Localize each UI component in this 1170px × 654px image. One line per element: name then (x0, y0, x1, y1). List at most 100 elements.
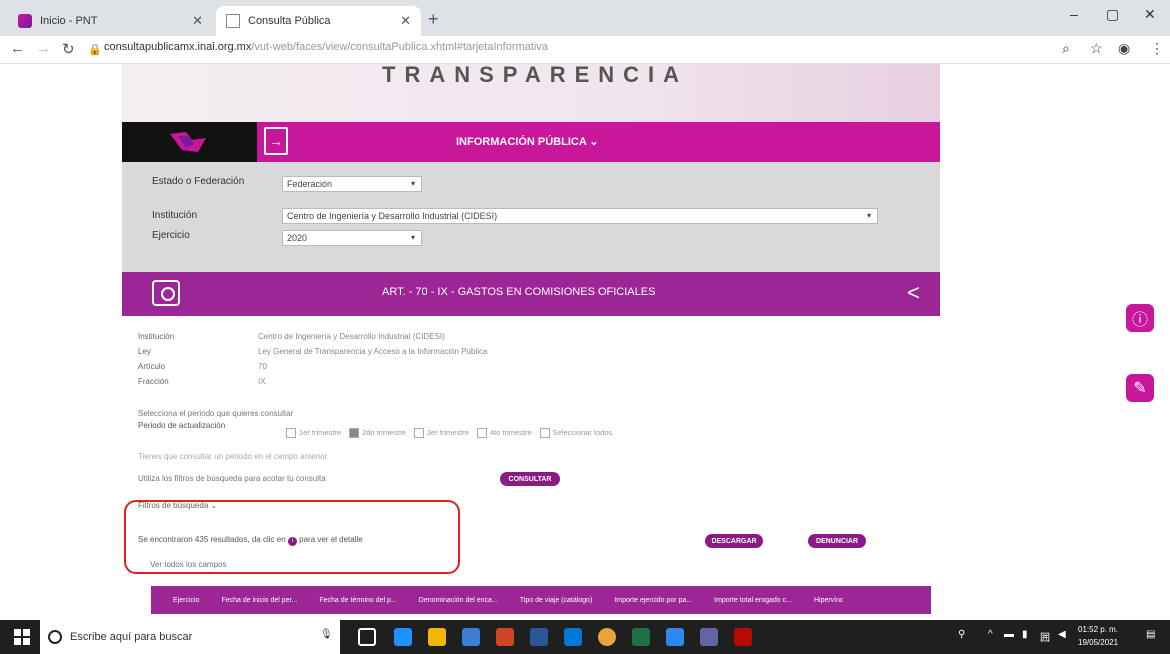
profile-icon[interactable]: ◉ (1118, 40, 1130, 57)
people-icon[interactable]: ⚲ (958, 629, 965, 640)
column-header[interactable]: Fecha de término del p... (319, 597, 396, 604)
reload-icon[interactable]: ↻ (62, 40, 75, 58)
column-header[interactable]: Importe ejercido por pa... (614, 597, 692, 604)
periodo-option-3[interactable]: 3er trimestre (414, 428, 469, 438)
minimize-icon[interactable]: – (1070, 6, 1078, 22)
consultar-button[interactable]: CONSULTAR (500, 472, 560, 486)
lock-icon[interactable]: 🔒 (88, 43, 102, 56)
login-icon[interactable]: → (264, 127, 288, 155)
taskbar-search[interactable]: Escribe aquí para buscar (40, 620, 340, 654)
search-placeholder: Escribe aquí para buscar (70, 631, 193, 643)
column-header[interactable]: Hipervínc (814, 597, 844, 604)
word-icon[interactable] (530, 628, 548, 646)
back-icon[interactable]: ← (10, 40, 25, 57)
periodo-hint: Tienes que consultar un periodo en el ca… (138, 452, 328, 461)
estado-select[interactable]: Federación ▾ (282, 176, 422, 192)
chrome-icon[interactable] (598, 628, 616, 646)
institucion-select[interactable]: Centro de Ingeniería y Desarrollo Indust… (282, 208, 878, 224)
hero-title: TRANSPARENCIA (382, 64, 689, 87)
column-header[interactable]: Fecha de inicio del per... (221, 597, 297, 604)
internet-explorer-icon[interactable] (564, 628, 582, 646)
ejercicio-select[interactable]: 2020 ▾ (282, 230, 422, 246)
detail-value: Ley General de Transparencia y Acceso a … (258, 347, 488, 356)
page-favicon-icon (226, 14, 240, 28)
results-table-header: Ejercicio Fecha de inicio del per... Fec… (151, 586, 931, 614)
periodo-label: Periodo de actualización (138, 421, 226, 430)
chevron-down-icon: ▾ (866, 211, 871, 220)
filtros-hint: Utiliza los filtros de búsqueda para aco… (138, 474, 326, 483)
page-content: TRANSPARENCIA → INFORMACIÓN PÚBLICA ⌄ Es… (0, 64, 1170, 620)
volume-icon[interactable]: ◀ (1058, 629, 1066, 640)
file-explorer-icon[interactable] (428, 628, 446, 646)
notifications-icon[interactable]: ▤ (1146, 629, 1155, 640)
camera-icon (152, 280, 180, 306)
forward-icon[interactable]: → (36, 40, 51, 57)
url-field[interactable]: consultapublicamx.inai.org.mx/vut-web/fa… (104, 41, 548, 53)
excel-icon[interactable] (632, 628, 650, 646)
acrobat-icon[interactable] (734, 628, 752, 646)
column-header[interactable]: Ejercicio (173, 597, 199, 604)
tab-label: Inicio - PNT (40, 15, 98, 27)
tab-inicio[interactable]: Inicio - PNT ✕ (8, 6, 213, 36)
maximize-icon[interactable]: ▢ (1106, 6, 1119, 23)
mic-icon[interactable]: 🎙 (320, 629, 333, 640)
zoom-icon[interactable]: ⌕ (1062, 40, 1070, 57)
section-title: ART. - 70 - IX - GASTOS EN COMISIONES OF… (382, 286, 656, 298)
windows-start-icon[interactable] (14, 629, 30, 645)
alert-icon[interactable]: ⓘ (1126, 304, 1154, 332)
browser-titlebar: Inicio - PNT ✕ Consulta Pública ✕ + – ▢ … (0, 0, 1170, 36)
institucion-value: Centro de Ingeniería y Desarrollo Indust… (287, 211, 498, 221)
network-icon[interactable]: ▬ (1004, 629, 1014, 640)
periodo-options: 1er trimestre 2do trimestre 3er trimestr… (286, 428, 612, 438)
main-nav-bar: → INFORMACIÓN PÚBLICA ⌄ (122, 122, 940, 162)
tray-chevron-icon[interactable]: ^ (988, 629, 993, 640)
task-view-icon[interactable] (358, 628, 376, 646)
skype-icon[interactable] (666, 628, 684, 646)
hero-banner: TRANSPARENCIA (122, 64, 940, 122)
detail-value: 70 (258, 362, 267, 371)
close-tab-icon[interactable]: ✕ (400, 13, 411, 29)
store-icon[interactable] (462, 628, 480, 646)
clock-time: 01:52 p. m. (1078, 625, 1119, 634)
ejercicio-value: 2020 (287, 233, 308, 243)
taskbar-clock[interactable]: 01:52 p. m. 19/05/2021 (1078, 623, 1118, 649)
tab-consulta[interactable]: Consulta Pública ✕ (216, 6, 421, 36)
cortana-icon (48, 630, 62, 644)
new-tab-icon[interactable]: + (428, 9, 439, 30)
ejercicio-label: Ejercicio (152, 230, 190, 241)
detail-fraccion: Fracción IX (138, 377, 266, 386)
share-icon[interactable]: < (907, 280, 920, 306)
column-header[interactable]: Tipo de viaje (catálogo) (520, 597, 593, 604)
column-header[interactable]: Importe total erogado c... (714, 597, 792, 604)
denunciar-button[interactable]: DENUNCIAR (808, 534, 866, 548)
chevron-down-icon: ▾ (410, 233, 415, 242)
detail-value: Centro de Ingeniería y Desarrollo Indust… (258, 332, 445, 341)
periodo-option-all[interactable]: Seleccionar todos (540, 428, 613, 438)
highlight-annotation (124, 500, 460, 574)
bookmark-star-icon[interactable]: ☆ (1090, 40, 1103, 57)
teams-icon[interactable] (700, 628, 718, 646)
estado-label: Estado o Federación (152, 176, 245, 187)
battery-icon[interactable]: ▮ (1022, 629, 1028, 640)
detail-label: Institución (138, 332, 175, 341)
pnt-logo[interactable] (122, 122, 257, 162)
key-icon[interactable]: ✎ (1126, 374, 1154, 402)
descargar-button[interactable]: DESCARGAR (705, 534, 763, 548)
periodo-option-1[interactable]: 1er trimestre (286, 428, 341, 438)
tab-label: Consulta Pública (248, 15, 331, 27)
estado-value: Federación (287, 179, 333, 189)
periodo-option-2[interactable]: 2do trimestre (349, 428, 406, 438)
periodo-option-4[interactable]: 4to trimestre (477, 428, 532, 438)
detail-label: Artículo (138, 362, 166, 371)
column-header[interactable]: Denominación del enca... (419, 597, 498, 604)
close-tab-icon[interactable]: ✕ (192, 13, 203, 29)
informacion-publica-menu[interactable]: INFORMACIÓN PÚBLICA ⌄ (456, 135, 599, 148)
detail-ley: Ley Ley General de Transparencia y Acces… (138, 347, 487, 356)
language-icon[interactable]: 囲 (1040, 629, 1050, 644)
detail-institucion: Institución Centro de Ingeniería y Desar… (138, 332, 445, 341)
powerpoint-icon[interactable] (496, 628, 514, 646)
detail-label: Ley (138, 347, 151, 356)
edge-legacy-icon[interactable] (394, 628, 412, 646)
menu-kebab-icon[interactable]: ⋮ (1150, 40, 1164, 57)
close-window-icon[interactable]: ✕ (1144, 6, 1156, 23)
